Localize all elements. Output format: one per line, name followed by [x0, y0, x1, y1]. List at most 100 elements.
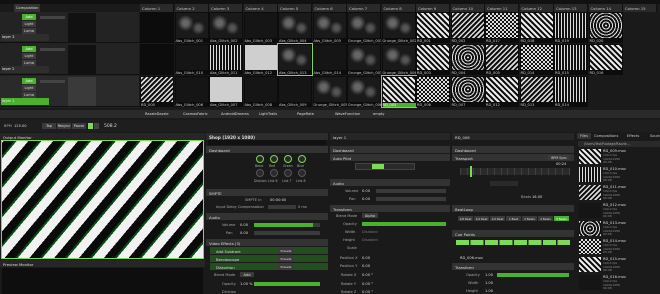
column-header[interactable]: Column 11 — [485, 4, 519, 12]
beatloop-option[interactable]: 1/4 Beat — [474, 216, 489, 221]
column-header[interactable]: Column 12 — [519, 4, 554, 12]
deck-tab[interactable]: RazzleDazzle — [145, 112, 169, 116]
clip-cell[interactable]: Abs_Glitch_014 — [312, 44, 347, 75]
column-header[interactable]: Column 8 — [381, 4, 416, 12]
browser-file-item[interactable]: RD_014.mov 100.0 fps 1920x1080 00:08 — [577, 238, 660, 255]
autopilot-controls[interactable] — [355, 163, 415, 170]
layer-blend-light[interactable]: Light — [22, 85, 36, 91]
column-header[interactable]: Column 15 — [623, 4, 657, 12]
clip-cell[interactable]: RD_002 — [450, 12, 485, 43]
layer-opacity-fader[interactable] — [40, 48, 65, 51]
composition-label[interactable]: Composition — [14, 4, 40, 12]
clip-cell[interactable]: RD_014 — [554, 76, 588, 107]
volume-slider[interactable] — [254, 223, 320, 227]
clip-cell[interactable]: RD_017 — [485, 12, 519, 43]
effect-bendoscope[interactable]: Bendoscope — [210, 255, 328, 262]
cue-point-buttons[interactable] — [456, 240, 570, 245]
beatloop-option[interactable]: 8 Beats — [554, 216, 569, 221]
clip-playhead[interactable] — [470, 166, 472, 177]
dashboard-knob[interactable] — [270, 169, 278, 177]
browser-file-item[interactable]: RD_012.mov 100.0 fps 1920x1080 00:08 — [577, 202, 660, 219]
effect-presets-button[interactable]: Presets — [278, 248, 294, 253]
layer-blend-add[interactable]: Add — [22, 78, 36, 84]
layer-opacity-fader[interactable] — [40, 80, 65, 83]
beatloop-option[interactable]: 1/8 Beat — [458, 216, 473, 221]
clip-cell[interactable]: RD_003 — [416, 44, 450, 75]
clip-timeline[interactable] — [460, 168, 570, 175]
clip-cell[interactable]: RD_018 — [519, 12, 554, 43]
clip-cell[interactable]: Abs_Glitch_007 — [209, 76, 243, 107]
pause-button[interactable]: Pause — [72, 123, 86, 129]
resync-button[interactable]: Resync — [57, 123, 71, 129]
bpm-value[interactable]: 125.00 — [14, 124, 27, 128]
browser-file-item[interactable]: RD_009.mov 100.0 fps 1920x1080 00:08 — [577, 148, 660, 165]
clip-cell[interactable]: Grunge_Glitch_002 — [381, 12, 416, 43]
beatloop-option[interactable]: 2 Beats — [522, 216, 537, 221]
beatloop-option[interactable]: 4 Beats — [538, 216, 553, 221]
clip-cell[interactable]: RD_020 — [588, 12, 623, 43]
clip-cell[interactable]: Abs_Glitch_003 — [243, 12, 278, 43]
clip-cell[interactable]: Abs_Glitch_010 — [174, 44, 209, 75]
layer-pan-slider[interactable] — [376, 197, 446, 201]
clip-cell[interactable]: Grunge_Glitch_003 — [347, 44, 381, 75]
layer-name[interactable]: layer 3 — [1, 34, 49, 41]
effect-presets-button[interactable]: Presets — [278, 264, 294, 269]
clip-cell[interactable]: Abs_Glitch_012 — [243, 44, 278, 75]
dashboard-knob[interactable] — [270, 155, 278, 163]
clip-cell[interactable]: RD_001 — [416, 12, 450, 43]
column-header[interactable]: Column 13 — [554, 4, 588, 12]
browser-tab[interactable]: Sources — [647, 133, 660, 139]
layer-blend-add[interactable]: Add — [22, 46, 36, 52]
deck-tab[interactable]: LightTrails — [259, 112, 277, 116]
layer-blend-add[interactable]: Add — [22, 14, 36, 20]
clip-cell[interactable]: Abs_Glitch_011 — [209, 44, 243, 75]
clip-cell[interactable]: Abs_Glitch_013 — [277, 43, 313, 76]
layer-blend-select[interactable]: Alpha — [362, 213, 378, 218]
browser-tab[interactable]: Effects — [624, 133, 642, 139]
beats-value[interactable]: 16.00 — [532, 195, 542, 199]
dashboard-knob[interactable] — [284, 155, 292, 163]
clip-cell[interactable]: RD_014 — [519, 44, 554, 75]
tap-button[interactable]: Tap — [42, 123, 56, 129]
autopilot-active[interactable] — [372, 164, 384, 169]
browser-file-item[interactable]: RD_011.mov 100.0 fps 1920x1080 00:08 — [577, 184, 660, 201]
clip-play-controls[interactable] — [490, 181, 518, 186]
deck-tab[interactable]: PageRate — [297, 112, 314, 116]
layer-opacity-slider[interactable] — [362, 222, 446, 226]
clip-cell[interactable]: Abs_Glitch_002 — [209, 12, 243, 43]
layer-name[interactable]: layer 2 — [1, 66, 49, 73]
deck-tab[interactable]: empty — [373, 112, 385, 116]
clip-cell-empty[interactable] — [140, 44, 174, 75]
clip-cell[interactable]: RD_005 — [485, 44, 519, 75]
browser-path[interactable]: /Users/Test/Footage/Razzle... — [578, 141, 660, 147]
clip-cell[interactable]: RD_012 — [485, 76, 519, 107]
clip-cell[interactable]: RD_000 — [140, 76, 174, 107]
browser-file-item[interactable]: RD_016.mov 100.0 fps 1920x1080 00:08 — [577, 274, 660, 291]
column-header[interactable]: Column 10 — [450, 4, 485, 12]
column-header[interactable]: Column 1 — [140, 4, 174, 12]
pan-slider[interactable] — [254, 231, 320, 235]
clip-cell[interactable]: Abs_Glitch_005 — [312, 12, 347, 43]
column-header[interactable]: Column 9 — [416, 4, 450, 12]
dashboard-knob[interactable] — [284, 169, 292, 177]
blend-mode-select[interactable]: Add — [240, 272, 254, 277]
layer-opacity-fader[interactable] — [40, 16, 65, 19]
clip-cell[interactable]: Grunge_Glitch_005 — [312, 76, 347, 107]
column-header[interactable]: Column 2 — [174, 4, 209, 12]
browser-tab[interactable]: Compositions — [591, 133, 621, 139]
effect-distortion[interactable]: Distortion — [210, 263, 328, 270]
clip-cell-empty[interactable] — [140, 12, 174, 43]
column-header[interactable]: Column 3 — [209, 4, 243, 12]
smpte-value[interactable]: 00:00:00 — [270, 198, 286, 202]
clip-cell[interactable]: Abs_Glitch_004 — [278, 12, 312, 43]
browser-file-item[interactable]: RD_015.mov 100.0 fps 1920x1080 00:08 — [577, 256, 660, 273]
clip-cell[interactable]: Abs_Glitch_009 — [278, 76, 312, 107]
effect-add-subtract[interactable]: Add Subtract — [210, 247, 328, 254]
input-delay-slider[interactable] — [268, 205, 296, 209]
clip-cell[interactable]: RD_005 — [380, 75, 417, 108]
beatloop-option[interactable]: 1 Beat — [506, 216, 521, 221]
layer-blend-light[interactable]: Light — [22, 21, 36, 27]
opacity-slider[interactable] — [254, 282, 320, 286]
clip-cell[interactable]: Grunge_Glitch_001 — [347, 12, 381, 43]
clip-cell[interactable]: Abs_Glitch_008 — [243, 76, 278, 107]
